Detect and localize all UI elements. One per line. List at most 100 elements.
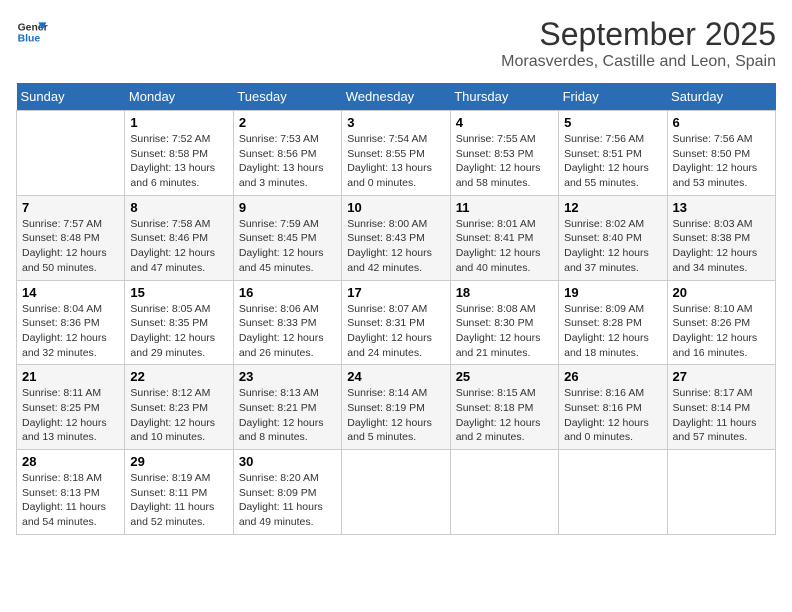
day-info: Sunrise: 7:52 AMSunset: 8:58 PMDaylight:… [130, 133, 215, 189]
calendar-cell: 22 Sunrise: 8:12 AMSunset: 8:23 PMDaylig… [125, 365, 233, 450]
day-info: Sunrise: 7:54 AMSunset: 8:55 PMDaylight:… [347, 133, 432, 189]
calendar-cell: 6 Sunrise: 7:56 AMSunset: 8:50 PMDayligh… [667, 111, 775, 196]
day-number: 26 [564, 369, 661, 384]
day-info: Sunrise: 7:59 AMSunset: 8:45 PMDaylight:… [239, 218, 324, 274]
day-info: Sunrise: 7:53 AMSunset: 8:56 PMDaylight:… [239, 133, 324, 189]
day-number: 21 [22, 369, 119, 384]
day-info: Sunrise: 8:19 AMSunset: 8:11 PMDaylight:… [130, 472, 214, 528]
calendar-cell: 20 Sunrise: 8:10 AMSunset: 8:26 PMDaylig… [667, 280, 775, 365]
day-info: Sunrise: 8:09 AMSunset: 8:28 PMDaylight:… [564, 303, 649, 359]
day-info: Sunrise: 8:16 AMSunset: 8:16 PMDaylight:… [564, 387, 649, 443]
calendar-cell: 21 Sunrise: 8:11 AMSunset: 8:25 PMDaylig… [17, 365, 125, 450]
day-number: 24 [347, 369, 444, 384]
week-row-2: 7 Sunrise: 7:57 AMSunset: 8:48 PMDayligh… [17, 195, 776, 280]
calendar-cell: 8 Sunrise: 7:58 AMSunset: 8:46 PMDayligh… [125, 195, 233, 280]
day-number: 5 [564, 115, 661, 130]
calendar-cell: 11 Sunrise: 8:01 AMSunset: 8:41 PMDaylig… [450, 195, 558, 280]
month-title: September 2025 [501, 16, 776, 53]
calendar-table: SundayMondayTuesdayWednesdayThursdayFrid… [16, 83, 776, 535]
calendar-cell: 30 Sunrise: 8:20 AMSunset: 8:09 PMDaylig… [233, 450, 341, 535]
day-info: Sunrise: 8:02 AMSunset: 8:40 PMDaylight:… [564, 218, 649, 274]
calendar-cell: 25 Sunrise: 8:15 AMSunset: 8:18 PMDaylig… [450, 365, 558, 450]
day-number: 22 [130, 369, 227, 384]
day-info: Sunrise: 8:05 AMSunset: 8:35 PMDaylight:… [130, 303, 215, 359]
calendar-cell: 13 Sunrise: 8:03 AMSunset: 8:38 PMDaylig… [667, 195, 775, 280]
day-number: 23 [239, 369, 336, 384]
day-number: 27 [673, 369, 770, 384]
calendar-cell: 24 Sunrise: 8:14 AMSunset: 8:19 PMDaylig… [342, 365, 450, 450]
day-number: 9 [239, 200, 336, 215]
day-number: 30 [239, 454, 336, 469]
day-info: Sunrise: 8:07 AMSunset: 8:31 PMDaylight:… [347, 303, 432, 359]
day-number: 19 [564, 285, 661, 300]
day-info: Sunrise: 7:57 AMSunset: 8:48 PMDaylight:… [22, 218, 107, 274]
day-number: 7 [22, 200, 119, 215]
calendar-cell: 10 Sunrise: 8:00 AMSunset: 8:43 PMDaylig… [342, 195, 450, 280]
svg-text:Blue: Blue [18, 34, 41, 45]
weekday-header-monday: Monday [125, 83, 233, 111]
calendar-cell: 15 Sunrise: 8:05 AMSunset: 8:35 PMDaylig… [125, 280, 233, 365]
week-row-4: 21 Sunrise: 8:11 AMSunset: 8:25 PMDaylig… [17, 365, 776, 450]
calendar-cell: 2 Sunrise: 7:53 AMSunset: 8:56 PMDayligh… [233, 111, 341, 196]
day-info: Sunrise: 8:06 AMSunset: 8:33 PMDaylight:… [239, 303, 324, 359]
weekday-header-tuesday: Tuesday [233, 83, 341, 111]
calendar-cell [667, 450, 775, 535]
day-number: 2 [239, 115, 336, 130]
weekday-header-thursday: Thursday [450, 83, 558, 111]
calendar-cell: 19 Sunrise: 8:09 AMSunset: 8:28 PMDaylig… [559, 280, 667, 365]
calendar-cell: 7 Sunrise: 7:57 AMSunset: 8:48 PMDayligh… [17, 195, 125, 280]
calendar-cell: 5 Sunrise: 7:56 AMSunset: 8:51 PMDayligh… [559, 111, 667, 196]
day-info: Sunrise: 8:13 AMSunset: 8:21 PMDaylight:… [239, 387, 324, 443]
day-number: 1 [130, 115, 227, 130]
day-info: Sunrise: 7:56 AMSunset: 8:50 PMDaylight:… [673, 133, 758, 189]
calendar-cell: 18 Sunrise: 8:08 AMSunset: 8:30 PMDaylig… [450, 280, 558, 365]
calendar-cell: 14 Sunrise: 8:04 AMSunset: 8:36 PMDaylig… [17, 280, 125, 365]
calendar-cell [342, 450, 450, 535]
day-info: Sunrise: 8:17 AMSunset: 8:14 PMDaylight:… [673, 387, 757, 443]
calendar-cell: 26 Sunrise: 8:16 AMSunset: 8:16 PMDaylig… [559, 365, 667, 450]
day-number: 28 [22, 454, 119, 469]
location-title: Morasverdes, Castille and Leon, Spain [501, 53, 776, 71]
day-info: Sunrise: 8:14 AMSunset: 8:19 PMDaylight:… [347, 387, 432, 443]
calendar-cell: 9 Sunrise: 7:59 AMSunset: 8:45 PMDayligh… [233, 195, 341, 280]
weekday-header-row: SundayMondayTuesdayWednesdayThursdayFrid… [17, 83, 776, 111]
day-number: 16 [239, 285, 336, 300]
day-info: Sunrise: 8:08 AMSunset: 8:30 PMDaylight:… [456, 303, 541, 359]
calendar-cell: 4 Sunrise: 7:55 AMSunset: 8:53 PMDayligh… [450, 111, 558, 196]
calendar-cell: 27 Sunrise: 8:17 AMSunset: 8:14 PMDaylig… [667, 365, 775, 450]
logo: General Blue [16, 16, 48, 48]
calendar-cell: 17 Sunrise: 8:07 AMSunset: 8:31 PMDaylig… [342, 280, 450, 365]
day-info: Sunrise: 8:20 AMSunset: 8:09 PMDaylight:… [239, 472, 323, 528]
calendar-cell: 3 Sunrise: 7:54 AMSunset: 8:55 PMDayligh… [342, 111, 450, 196]
calendar-cell: 23 Sunrise: 8:13 AMSunset: 8:21 PMDaylig… [233, 365, 341, 450]
day-info: Sunrise: 7:55 AMSunset: 8:53 PMDaylight:… [456, 133, 541, 189]
day-info: Sunrise: 8:03 AMSunset: 8:38 PMDaylight:… [673, 218, 758, 274]
day-info: Sunrise: 8:10 AMSunset: 8:26 PMDaylight:… [673, 303, 758, 359]
day-info: Sunrise: 8:01 AMSunset: 8:41 PMDaylight:… [456, 218, 541, 274]
day-info: Sunrise: 8:11 AMSunset: 8:25 PMDaylight:… [22, 387, 107, 443]
calendar-cell: 12 Sunrise: 8:02 AMSunset: 8:40 PMDaylig… [559, 195, 667, 280]
title-block: September 2025 Morasverdes, Castille and… [501, 16, 776, 71]
calendar-cell [17, 111, 125, 196]
week-row-5: 28 Sunrise: 8:18 AMSunset: 8:13 PMDaylig… [17, 450, 776, 535]
day-info: Sunrise: 7:58 AMSunset: 8:46 PMDaylight:… [130, 218, 215, 274]
calendar-cell: 16 Sunrise: 8:06 AMSunset: 8:33 PMDaylig… [233, 280, 341, 365]
day-number: 12 [564, 200, 661, 215]
day-number: 8 [130, 200, 227, 215]
day-number: 20 [673, 285, 770, 300]
day-number: 18 [456, 285, 553, 300]
day-info: Sunrise: 8:12 AMSunset: 8:23 PMDaylight:… [130, 387, 215, 443]
day-number: 14 [22, 285, 119, 300]
day-number: 17 [347, 285, 444, 300]
page-header: General Blue September 2025 Morasverdes,… [16, 16, 776, 71]
calendar-cell [559, 450, 667, 535]
weekday-header-friday: Friday [559, 83, 667, 111]
day-info: Sunrise: 7:56 AMSunset: 8:51 PMDaylight:… [564, 133, 649, 189]
calendar-cell: 1 Sunrise: 7:52 AMSunset: 8:58 PMDayligh… [125, 111, 233, 196]
day-info: Sunrise: 8:18 AMSunset: 8:13 PMDaylight:… [22, 472, 106, 528]
day-number: 6 [673, 115, 770, 130]
day-number: 25 [456, 369, 553, 384]
calendar-cell [450, 450, 558, 535]
calendar-cell: 28 Sunrise: 8:18 AMSunset: 8:13 PMDaylig… [17, 450, 125, 535]
day-number: 29 [130, 454, 227, 469]
